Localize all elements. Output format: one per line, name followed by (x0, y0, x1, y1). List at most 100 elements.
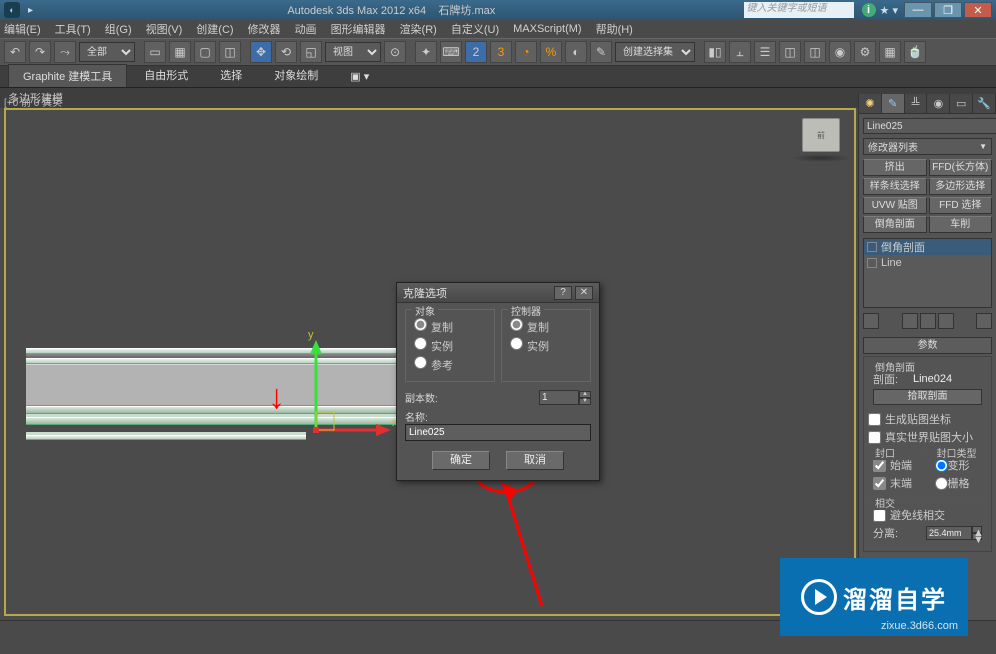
render-frame-button[interactable]: ▦ (879, 41, 901, 63)
selection-filter[interactable]: 全部 (79, 42, 135, 62)
app-icon[interactable]: ◐ (4, 2, 20, 18)
btn-extrude[interactable]: 挤出 (863, 159, 927, 176)
pivot-button[interactable]: ⊙ (384, 41, 406, 63)
edit-named-button[interactable]: ✎ (590, 41, 612, 63)
material-button[interactable]: ◉ (829, 41, 851, 63)
undo-button[interactable]: ↶ (4, 41, 26, 63)
radio-ctrl-copy[interactable]: 复制 (510, 318, 584, 335)
viewcube[interactable]: 前 (802, 118, 840, 152)
object-name-field[interactable] (863, 118, 996, 134)
tab-selection[interactable]: 选择 (205, 63, 257, 87)
menu-group[interactable]: 组(G) (105, 21, 132, 37)
minimize-button[interactable]: — (904, 2, 932, 18)
menu-maxscript[interactable]: MAXScript(M) (513, 23, 581, 35)
move-button[interactable]: ✥ (250, 41, 272, 63)
separation-input[interactable] (926, 526, 972, 540)
radio-cap-grid[interactable] (935, 477, 948, 490)
copies-input[interactable] (539, 390, 579, 405)
mirror-button[interactable]: ▮▯ (704, 41, 726, 63)
tab-hierarchy-icon[interactable]: ╩ (905, 94, 928, 113)
maximize-button[interactable]: ❐ (934, 2, 962, 18)
radio-ctrl-instance[interactable]: 实例 (510, 337, 584, 354)
info-icon[interactable]: i (862, 3, 876, 17)
radio-cap-morph[interactable] (935, 459, 948, 472)
tab-display-icon[interactable]: ▭ (950, 94, 973, 113)
chk-cap-start[interactable] (873, 459, 886, 472)
tab-freeform[interactable]: 自由形式 (129, 63, 203, 87)
modifier-stack[interactable]: 倒角剖面 Line (863, 238, 992, 308)
render-setup-button[interactable]: ⚙ (854, 41, 876, 63)
stack-item-line[interactable]: Line (864, 255, 991, 271)
rect-select-button[interactable]: ▢ (194, 41, 216, 63)
menu-animation[interactable]: 动画 (295, 21, 317, 37)
ok-button[interactable]: 确定 (432, 451, 490, 470)
tab-utilities-icon[interactable]: 🔧 (973, 94, 996, 113)
stack-pin-button[interactable] (863, 313, 879, 329)
manip-button[interactable]: ✦ (415, 41, 437, 63)
keyboard-button[interactable]: ⌨ (440, 41, 462, 63)
select-name-button[interactable]: ▦ (169, 41, 191, 63)
tab-create-icon[interactable]: ✺ (859, 94, 882, 113)
align-button[interactable]: ⫠ (729, 41, 751, 63)
chk-gen-mapping[interactable] (868, 413, 881, 426)
menu-views[interactable]: 视图(V) (146, 21, 183, 37)
dialog-close-button[interactable]: ✕ (575, 286, 593, 300)
btn-uvw[interactable]: UVW 贴图 (863, 197, 927, 214)
tab-object-paint[interactable]: 对象绘制 (259, 63, 333, 87)
curve-editor-button[interactable]: ◫ (779, 41, 801, 63)
stack-config-button[interactable] (976, 313, 992, 329)
spinner-snap-button[interactable]: ◐ (565, 41, 587, 63)
stack-item-chamfer[interactable]: 倒角剖面 (864, 239, 991, 255)
btn-poly-sel[interactable]: 多边形选择 (929, 178, 993, 195)
select-button[interactable]: ▭ (144, 41, 166, 63)
render-button[interactable]: 🍵 (904, 41, 926, 63)
dialog-help-button[interactable]: ? (554, 286, 572, 300)
link-button[interactable]: ⤳ (54, 41, 76, 63)
tab-graphite[interactable]: Graphite 建模工具 (8, 64, 127, 87)
chk-avoid-intersect[interactable] (873, 509, 886, 522)
cancel-button[interactable]: 取消 (506, 451, 564, 470)
named-sel-set[interactable]: 创建选择集 (615, 42, 695, 62)
rollout-params-header[interactable]: 参数 (863, 337, 992, 354)
angle-snap-button[interactable]: ◔ (515, 41, 537, 63)
menu-customize[interactable]: 自定义(U) (451, 21, 499, 37)
chk-cap-end[interactable] (873, 477, 886, 490)
tab-modify-icon[interactable]: ✎ (882, 94, 905, 113)
name-input[interactable] (405, 424, 591, 441)
menu-create[interactable]: 创建(C) (196, 21, 233, 37)
ref-coord-select[interactable]: 视图 (325, 42, 381, 62)
redo-button[interactable]: ↷ (29, 41, 51, 63)
btn-ffd[interactable]: FFD(长方体) (929, 159, 993, 176)
rotate-button[interactable]: ⟲ (275, 41, 297, 63)
stack-unique-button[interactable] (920, 313, 936, 329)
modifier-list-dropdown[interactable]: 修改器列表 (863, 138, 992, 155)
viewport-label[interactable]: [+0 前 0 真实 (4, 94, 62, 109)
help-search-input[interactable]: 键入关键字或短语 (744, 2, 854, 18)
spinner-up[interactable]: ▲ (579, 391, 591, 398)
menu-graph[interactable]: 图形编辑器 (331, 21, 386, 37)
menu-modifiers[interactable]: 修改器 (248, 21, 281, 37)
radio-copy[interactable]: 复制 (414, 318, 488, 335)
menu-tools[interactable]: 工具(T) (55, 21, 91, 37)
btn-ffd-sel[interactable]: FFD 选择 (929, 197, 993, 214)
snap-3-button[interactable]: 3 (490, 41, 512, 63)
pick-profile-button[interactable]: 拾取剖面 (873, 389, 982, 405)
menu-edit[interactable]: 编辑(E) (4, 21, 41, 37)
menu-help[interactable]: 帮助(H) (596, 21, 633, 37)
btn-lathe[interactable]: 车削 (929, 216, 993, 233)
radio-instance[interactable]: 实例 (414, 337, 488, 354)
tab-more[interactable]: ▣ ▾ (335, 66, 384, 87)
close-button[interactable]: ✕ (964, 2, 992, 18)
scale-button[interactable]: ◱ (300, 41, 322, 63)
spinner-down[interactable]: ▼ (579, 398, 591, 405)
radio-reference[interactable]: 参考 (414, 356, 488, 373)
stack-remove-button[interactable] (938, 313, 954, 329)
percent-snap-button[interactable]: % (540, 41, 562, 63)
window-crossing-button[interactable]: ◫ (219, 41, 241, 63)
stack-show-button[interactable] (902, 313, 918, 329)
btn-spline-sel[interactable]: 样条线选择 (863, 178, 927, 195)
btn-chamfer[interactable]: 倒角剖面 (863, 216, 927, 233)
tab-motion-icon[interactable]: ◉ (927, 94, 950, 113)
menu-render[interactable]: 渲染(R) (400, 21, 437, 37)
schematic-button[interactable]: ◫ (804, 41, 826, 63)
